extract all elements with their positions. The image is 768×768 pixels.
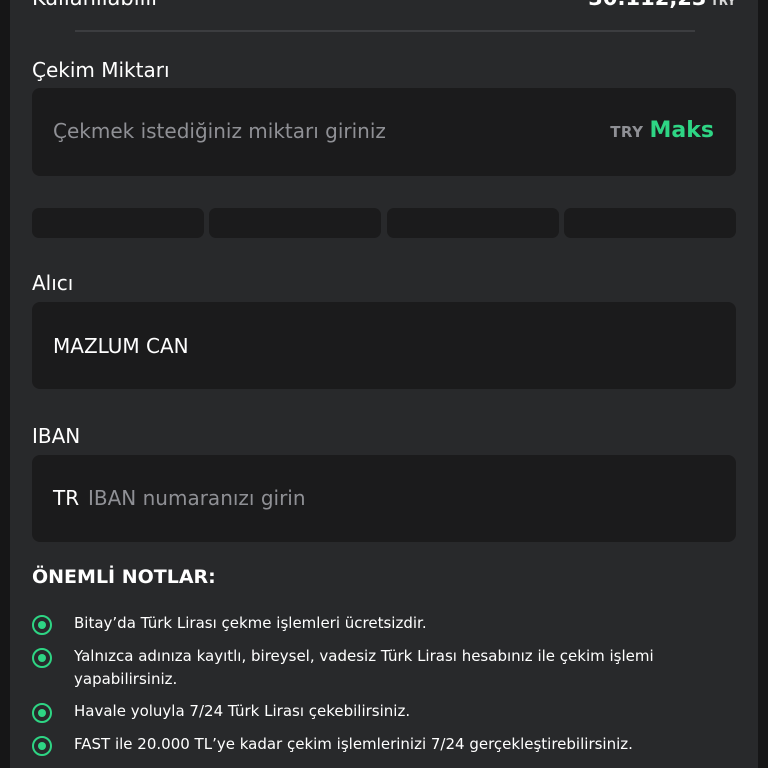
radio-dot-icon xyxy=(32,615,52,635)
amount-placeholder: Çekmek istediğiniz miktarı giriniz xyxy=(53,119,386,143)
amount-suffix: TRY Maks xyxy=(610,118,714,148)
iban-label: IBAN xyxy=(32,424,81,448)
available-unit: TRY xyxy=(710,0,736,8)
amount-label: Çekim Miktarı xyxy=(32,58,170,82)
note-text: FAST ile 20.000 TL’ye kadar çekim işleml… xyxy=(74,735,633,753)
divider xyxy=(75,30,695,32)
notes-title: ÖNEMLİ NOTLAR: xyxy=(32,566,216,588)
preset-button-3[interactable] xyxy=(387,208,559,238)
note-text: Yalnızca adınıza kayıtlı, bireysel, vade… xyxy=(74,647,654,688)
iban-placeholder: IBAN numaranızı girin xyxy=(88,486,306,510)
radio-dot-icon xyxy=(32,703,52,723)
preset-row xyxy=(32,208,736,238)
available-value: 30.112,23 TRY xyxy=(588,0,736,10)
note-text: Havale yoluyla 7/24 Türk Lirası çekebili… xyxy=(74,702,411,720)
preset-button-4[interactable] xyxy=(564,208,736,238)
preset-button-1[interactable] xyxy=(32,208,204,238)
amount-unit: TRY xyxy=(610,123,644,141)
preset-button-2[interactable] xyxy=(209,208,381,238)
recipient-value: MAZLUM CAN xyxy=(53,334,189,358)
recipient-label: Alıcı xyxy=(32,271,74,295)
iban-prefix: TR xyxy=(53,486,80,510)
radio-dot-icon xyxy=(32,648,52,668)
available-amount: 30.112,23 xyxy=(588,0,706,10)
available-label: Kullanılabilir xyxy=(32,0,160,10)
note-text: Bitay’da Türk Lirası çekme işlemleri ücr… xyxy=(74,614,427,632)
max-button[interactable]: Maks xyxy=(650,118,714,143)
available-balance-row: Kullanılabilir 30.112,23 TRY xyxy=(32,0,736,12)
radio-dot-icon xyxy=(32,736,52,756)
iban-input[interactable]: TR IBAN numaranızı girin xyxy=(32,455,736,542)
amount-input[interactable]: Çekmek istediğiniz miktarı giriniz TRY M… xyxy=(32,88,736,176)
recipient-field[interactable]: MAZLUM CAN xyxy=(32,302,736,389)
